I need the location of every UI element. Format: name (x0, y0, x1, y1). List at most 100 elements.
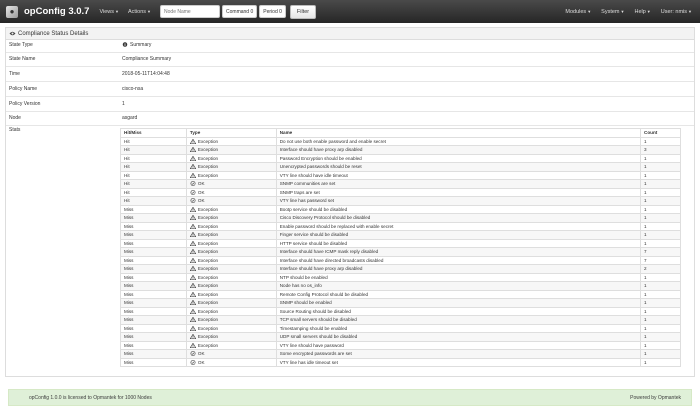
table-row: Miss Exception Timestamping should be enab… (120, 323, 681, 333)
cell-hit-miss: Miss (120, 238, 187, 248)
warning-icon (189, 325, 196, 331)
type-label: Exception (197, 342, 219, 348)
node-name-input[interactable] (160, 5, 221, 18)
cell-name: Timestamping should be enabled (275, 323, 642, 333)
cell-count: 1 (640, 230, 681, 240)
col-type[interactable]: Type (185, 128, 277, 138)
field-value: asgard (122, 115, 138, 121)
menu-user[interactable]: User: nmis▼ (661, 9, 692, 15)
cell-name: SNMP should be enabled (275, 298, 642, 308)
cell-type: Exception (185, 213, 277, 223)
table-row: Hit Exception Interface should have proxy … (120, 145, 681, 155)
cell-type: OK (185, 357, 277, 367)
cell-type: Exception (185, 340, 277, 350)
cell-count: 7 (640, 247, 681, 257)
cell-hit-miss: Miss (120, 213, 187, 223)
type-label: Exception (197, 138, 219, 144)
menu-system[interactable]: System▼ (601, 9, 624, 15)
cell-type: Exception (185, 221, 277, 231)
cell-hit-miss: Miss (120, 264, 187, 274)
cell-type: Exception (185, 332, 277, 342)
menu-actions[interactable]: Actions▼ (128, 9, 151, 15)
field-key: Stats (9, 127, 21, 133)
menu-modules[interactable]: Modules▼ (565, 9, 591, 15)
cell-hit-miss: Miss (120, 272, 187, 282)
cell-name: Enable password should be replaced with … (275, 221, 642, 231)
cell-name: Interface should have directed broadcast… (275, 255, 642, 265)
chevron-down-icon: ▼ (115, 8, 119, 14)
table-row: Miss Exception Interface should have direc… (120, 255, 681, 265)
brand-title[interactable]: opConfig 3.0.7 (24, 6, 89, 17)
command-button[interactable]: Command 0 (222, 5, 258, 18)
cell-type: OK (185, 196, 277, 206)
warning-icon (189, 266, 196, 272)
table-row: Miss Exception VTY line should have passwo… (120, 340, 681, 350)
field-row-policy-name: Policy Name cisco-nsa (6, 82, 694, 97)
cell-name: VTY line has idle timeout set (275, 357, 642, 367)
filter-button[interactable]: Filter (289, 4, 317, 19)
field-value: Summary (122, 41, 151, 50)
cell-hit-miss: Miss (120, 340, 187, 350)
menu-views[interactable]: Views▼ (99, 9, 119, 15)
warning-icon (189, 164, 196, 170)
table-row: Miss Exception Enable password should be r… (120, 221, 681, 231)
table-row: Hit OK SNMP traps are set 1 (120, 187, 681, 197)
cell-name: TCP small servers should be disabled (275, 315, 642, 325)
warning-icon (189, 240, 196, 246)
table-row: Miss Exception Interface should have ICMP … (120, 247, 681, 257)
menu-system-label: System (601, 8, 620, 15)
warning-icon (189, 334, 196, 340)
info-circle-icon (122, 42, 128, 47)
cell-type: Exception (185, 136, 277, 146)
cell-hit-miss: Miss (120, 281, 187, 291)
cell-hit-miss: Hit (120, 196, 187, 206)
license-footer: opConfig 1.0.0 is licensed to Opmantek f… (8, 389, 692, 406)
panel-title: Compliance Status Details (18, 30, 89, 37)
cell-hit-miss: Hit (120, 136, 187, 146)
field-key: Node (9, 115, 21, 121)
cell-name: VTY line should have password (275, 340, 642, 350)
field-key: State Type (9, 42, 33, 48)
table-row: Hit OK VTY line has password set 1 (120, 196, 681, 206)
period-button[interactable]: Period 0 (259, 5, 286, 18)
opconfig-logo-icon: ● (6, 5, 18, 18)
cell-count: 1 (640, 213, 681, 223)
field-key: Policy Version (9, 101, 41, 107)
cell-count: 1 (640, 238, 681, 248)
cell-type: Exception (185, 272, 277, 282)
cell-hit-miss: Miss (120, 315, 187, 325)
command-label: Command (226, 8, 250, 15)
cell-name: Source Routing should be disabled (275, 306, 642, 316)
type-label: Exception (197, 240, 219, 246)
nav-right-menus: Modules▼ System▼ Help▼ User: nmis▼ (555, 0, 692, 23)
col-hit-miss[interactable]: Hit/Miss (120, 128, 187, 138)
type-label: Exception (197, 291, 219, 297)
type-label: Exception (197, 172, 219, 178)
table-row: Miss Exception Node has no os_info 1 (120, 281, 681, 291)
field-key: State Name (9, 56, 36, 62)
cell-count: 1 (640, 323, 681, 333)
field-row-policy-version: Policy Version 1 (6, 97, 694, 112)
menu-help[interactable]: Help▼ (634, 9, 650, 15)
chevron-down-icon: ▼ (587, 8, 592, 14)
cell-count: 1 (640, 204, 681, 214)
table-row: Hit Exception Unencrypted passwords should… (120, 162, 681, 172)
menu-modules-label: Modules (565, 8, 587, 15)
table-row: Miss Exception Bootp service should be dis… (120, 204, 681, 214)
cell-name: Finger service should be disabled (275, 230, 642, 240)
powered-by-text: Powered by Opmantek (630, 394, 681, 401)
cell-hit-miss: Hit (120, 162, 187, 172)
field-row-state-name: State Name Compliance Summary (6, 53, 694, 67)
cell-count: 1 (640, 272, 681, 282)
chevron-down-icon: ▼ (620, 8, 625, 14)
table-row: Hit OK SNMP communities are set 1 (120, 179, 681, 189)
warning-icon (189, 283, 196, 289)
col-name[interactable]: Name (275, 128, 642, 138)
col-count[interactable]: Count (640, 128, 681, 138)
warning-icon (189, 257, 196, 263)
eye-icon (9, 31, 16, 36)
warning-icon (189, 291, 196, 297)
type-label: OK (197, 189, 205, 195)
cell-count: 1 (640, 340, 681, 350)
warning-icon (189, 155, 196, 161)
